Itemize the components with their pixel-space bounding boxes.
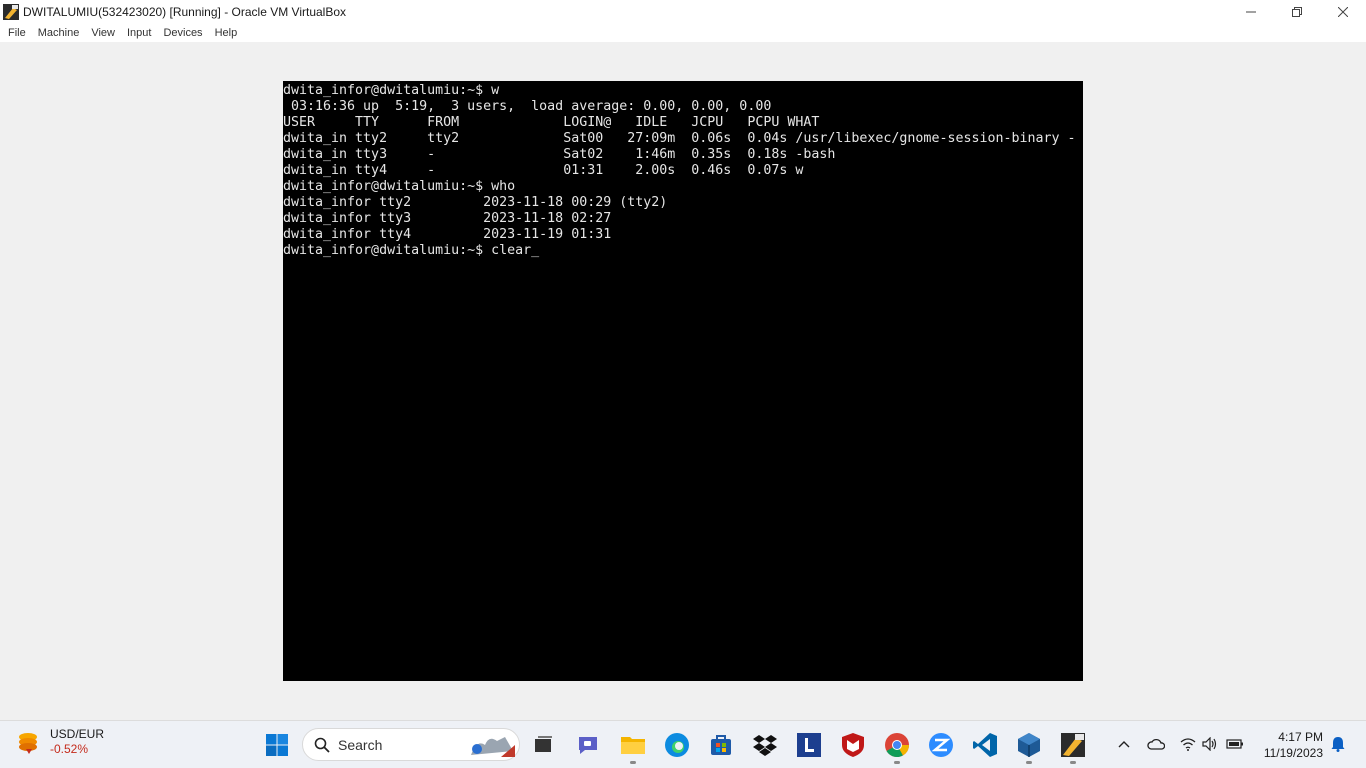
network-button[interactable] [1179, 735, 1197, 753]
teams-chat-icon [579, 737, 597, 754]
volume-icon [1202, 737, 1217, 751]
microsoft-store-button[interactable] [706, 730, 736, 760]
vscode-button[interactable] [970, 730, 1000, 760]
mcafee-button[interactable] [838, 730, 868, 760]
virtualbox-vm-icon [3, 3, 19, 20]
file-explorer-button[interactable] [618, 730, 648, 760]
running-indicator [894, 761, 900, 764]
minimize-icon [1246, 11, 1256, 12]
notification-bell-icon [1331, 737, 1345, 752]
battery-icon [1226, 739, 1243, 749]
chrome-button[interactable] [882, 730, 912, 760]
chrome-icon [885, 733, 909, 758]
microsoft-store-icon [711, 735, 731, 755]
virtualbox-manager-button[interactable] [1014, 730, 1044, 760]
taskbar-clock[interactable]: 4:17 PM 11/19/2023 [1256, 729, 1323, 761]
widget-change: -0.52% [50, 742, 89, 756]
window-title: DWITALUMIU(532423020) [Running] - Oracle… [23, 4, 347, 19]
volume-button[interactable] [1201, 735, 1219, 753]
windows-start-icon [266, 734, 288, 756]
search-label: Search [338, 736, 383, 753]
zoom-icon [929, 733, 953, 757]
close-button[interactable] [1320, 0, 1366, 23]
weather-finance-widget[interactable]: USD/EUR -0.52% [14, 727, 104, 757]
search-icon [314, 737, 330, 753]
clock-time: 4:17 PM [1278, 730, 1323, 744]
terminal-line: dwita_in tty3 - Sat02 1:46m 0.35s 0.18s … [283, 147, 836, 162]
terminal-line: dwita_in tty4 - 01:31 2.00s 0.46s 0.07s … [283, 163, 804, 178]
running-indicator [1026, 761, 1032, 764]
start-button[interactable] [262, 730, 292, 760]
currency-chart-icon [19, 733, 37, 754]
terminal-line: dwita_infor tty3 2023-11-18 02:27 [283, 211, 612, 226]
task-view-icon [535, 736, 552, 752]
widget-title: USD/EUR [50, 727, 105, 741]
search-highlight-icon [471, 736, 515, 757]
menu-help[interactable]: Help [209, 27, 244, 39]
notifications-button[interactable] [1329, 735, 1347, 753]
mcafee-icon [842, 733, 864, 757]
virtualbox-icon [1018, 733, 1040, 757]
terminal-line: 03:16:36 up 5:19, 3 users, load average:… [283, 99, 772, 114]
restore-icon [1292, 6, 1302, 17]
vm-display[interactable]: dwita_infor@dwitalumiu:~$ w 03:16:36 up … [283, 81, 1083, 681]
terminal-line: dwita_in tty2 tty2 Sat00 27:09m 0.06s 0.… [283, 131, 1076, 146]
terminal-line: dwita_infor@dwitalumiu:~$ w [283, 83, 500, 98]
battery-button[interactable] [1226, 735, 1244, 753]
restore-button[interactable] [1274, 0, 1320, 23]
clock-date: 11/19/2023 [1263, 746, 1323, 760]
file-explorer-icon [621, 737, 645, 754]
terminal-prompt: dwita_infor@dwitalumiu:~$ [283, 243, 492, 258]
close-icon [1338, 6, 1348, 17]
terminal-line: USER TTY FROM LOGIN@ IDLE JCPU PCPU WHAT [283, 115, 820, 130]
virtualbox-vm-icon [1061, 733, 1085, 757]
terminal-current-input[interactable]: clear [491, 243, 531, 258]
wifi-icon [1180, 738, 1196, 751]
l-app-button[interactable] [794, 730, 824, 760]
terminal-line: dwita_infor@dwitalumiu:~$ who [283, 179, 516, 194]
menu-view[interactable]: View [85, 27, 121, 39]
edge-icon [665, 733, 689, 757]
dropbox-button[interactable] [750, 730, 780, 760]
onedrive-button[interactable] [1147, 735, 1165, 753]
chevron-up-icon [1118, 741, 1130, 748]
terminal-output: dwita_infor@dwitalumiu:~$ w 03:16:36 up … [283, 83, 1076, 259]
onedrive-icon [1147, 738, 1165, 750]
minimize-button[interactable] [1228, 0, 1274, 23]
terminal-input-line[interactable]: dwita_infor@dwitalumiu:~$ clear_ [283, 243, 1076, 259]
taskbar-search-box[interactable]: Search [302, 728, 520, 761]
menu-input[interactable]: Input [121, 27, 157, 39]
show-hidden-icons-button[interactable] [1115, 735, 1133, 753]
menu-file[interactable]: File [2, 27, 32, 39]
dropbox-icon [753, 735, 777, 756]
window-title-bar: DWITALUMIU(532423020) [Running] - Oracle… [0, 0, 1366, 23]
terminal-line: dwita_infor tty4 2023-11-19 01:31 [283, 227, 612, 242]
vscode-icon [973, 733, 997, 757]
menu-machine[interactable]: Machine [32, 27, 86, 39]
taskbar: USD/EUR -0.52% Search 4:17 PM 11/19/2023 [0, 720, 1366, 768]
task-view-button[interactable] [528, 730, 558, 760]
terminal-line: dwita_infor tty2 2023-11-18 00:29 (tty2) [283, 195, 668, 210]
menu-devices[interactable]: Devices [157, 27, 208, 39]
terminal-cursor: _ [531, 243, 540, 258]
l-app-icon [797, 733, 821, 757]
running-indicator [1070, 761, 1076, 764]
teams-chat-button[interactable] [573, 730, 603, 760]
zoom-button[interactable] [926, 730, 956, 760]
running-indicator [630, 761, 636, 764]
virtualbox-vm-button[interactable] [1058, 730, 1088, 760]
menu-bar: File Machine View Input Devices Help [0, 23, 1366, 42]
edge-button[interactable] [662, 730, 692, 760]
